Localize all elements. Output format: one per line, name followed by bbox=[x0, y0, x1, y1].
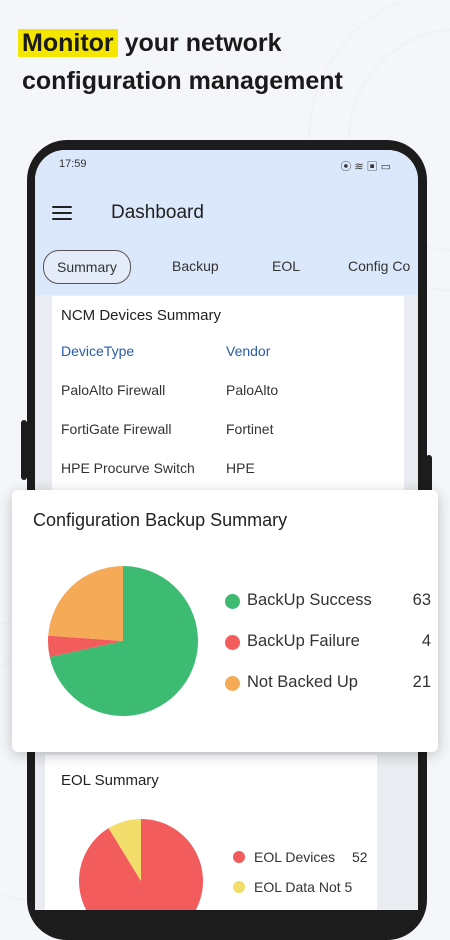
vibrate-icon: ⦿ bbox=[340, 161, 355, 173]
legend-dot bbox=[225, 635, 240, 650]
pie-slice-not-backed-up bbox=[48, 566, 124, 641]
tab-eol[interactable]: EOL bbox=[272, 250, 300, 282]
legend-label: BackUp Failure bbox=[247, 632, 360, 650]
status-bar: 17:59 ⦿≋▣▭ bbox=[59, 158, 394, 176]
table-cell: HPE Procurve Switch bbox=[61, 460, 195, 476]
backup-pie-chart bbox=[48, 566, 198, 716]
column-header-devicetype: DeviceType bbox=[61, 343, 135, 359]
status-icons: ⦿≋▣▭ bbox=[340, 158, 394, 174]
legend-dot bbox=[225, 594, 240, 609]
legend-value: 21 bbox=[412, 673, 431, 691]
legend-dot bbox=[233, 881, 245, 893]
table-cell: PaloAlto Firewall bbox=[61, 382, 166, 398]
backup-summary-card: Configuration Backup Summary BackUp Succ… bbox=[12, 490, 438, 752]
page-title: Dashboard bbox=[111, 202, 204, 223]
battery-icon: ▭ bbox=[380, 161, 394, 173]
menu-icon[interactable] bbox=[52, 206, 72, 221]
headline-highlight: Monitor bbox=[18, 29, 118, 57]
eol-pie-chart bbox=[79, 819, 203, 910]
legend-label: EOL Devices bbox=[254, 849, 336, 865]
legend-dot bbox=[233, 851, 245, 863]
app-header: 17:59 ⦿≋▣▭ Dashboard Summary Backup EOL … bbox=[35, 150, 418, 295]
legend-value: 4 bbox=[421, 632, 431, 650]
table-cell: HPE bbox=[226, 460, 255, 476]
card-title: EOL Summary bbox=[61, 772, 159, 789]
table-cell: PaloAlto bbox=[226, 382, 279, 398]
eol-summary-card: EOL Summary EOL Devices 52 EOL Data Not … bbox=[45, 755, 377, 910]
legend-label: Not Backed Up bbox=[247, 673, 358, 691]
card-title: Configuration Backup Summary bbox=[33, 510, 288, 530]
phone-button bbox=[21, 420, 27, 480]
legend-dot bbox=[225, 676, 240, 691]
legend-value: 63 bbox=[412, 591, 431, 609]
promo-headline: Monitor your network configuration manag… bbox=[18, 24, 442, 100]
legend-label: EOL Data Not 5 bbox=[254, 879, 353, 895]
column-header-vendor: Vendor bbox=[226, 343, 271, 359]
status-time: 17:59 bbox=[59, 158, 87, 170]
tab-config-compliance[interactable]: Config Co bbox=[348, 250, 410, 282]
wifi-icon: ≋ bbox=[354, 161, 367, 173]
tab-bar: Summary Backup EOL Config Co bbox=[35, 250, 418, 286]
sim-icon: ▣ bbox=[366, 161, 381, 173]
legend-label: BackUp Success bbox=[247, 591, 372, 609]
table-cell: FortiGate Firewall bbox=[61, 421, 172, 437]
tab-summary[interactable]: Summary bbox=[43, 250, 131, 284]
tab-backup[interactable]: Backup bbox=[172, 250, 219, 282]
legend-value: 52 bbox=[352, 849, 368, 865]
table-cell: Fortinet bbox=[226, 421, 274, 437]
card-title: NCM Devices Summary bbox=[61, 307, 222, 324]
